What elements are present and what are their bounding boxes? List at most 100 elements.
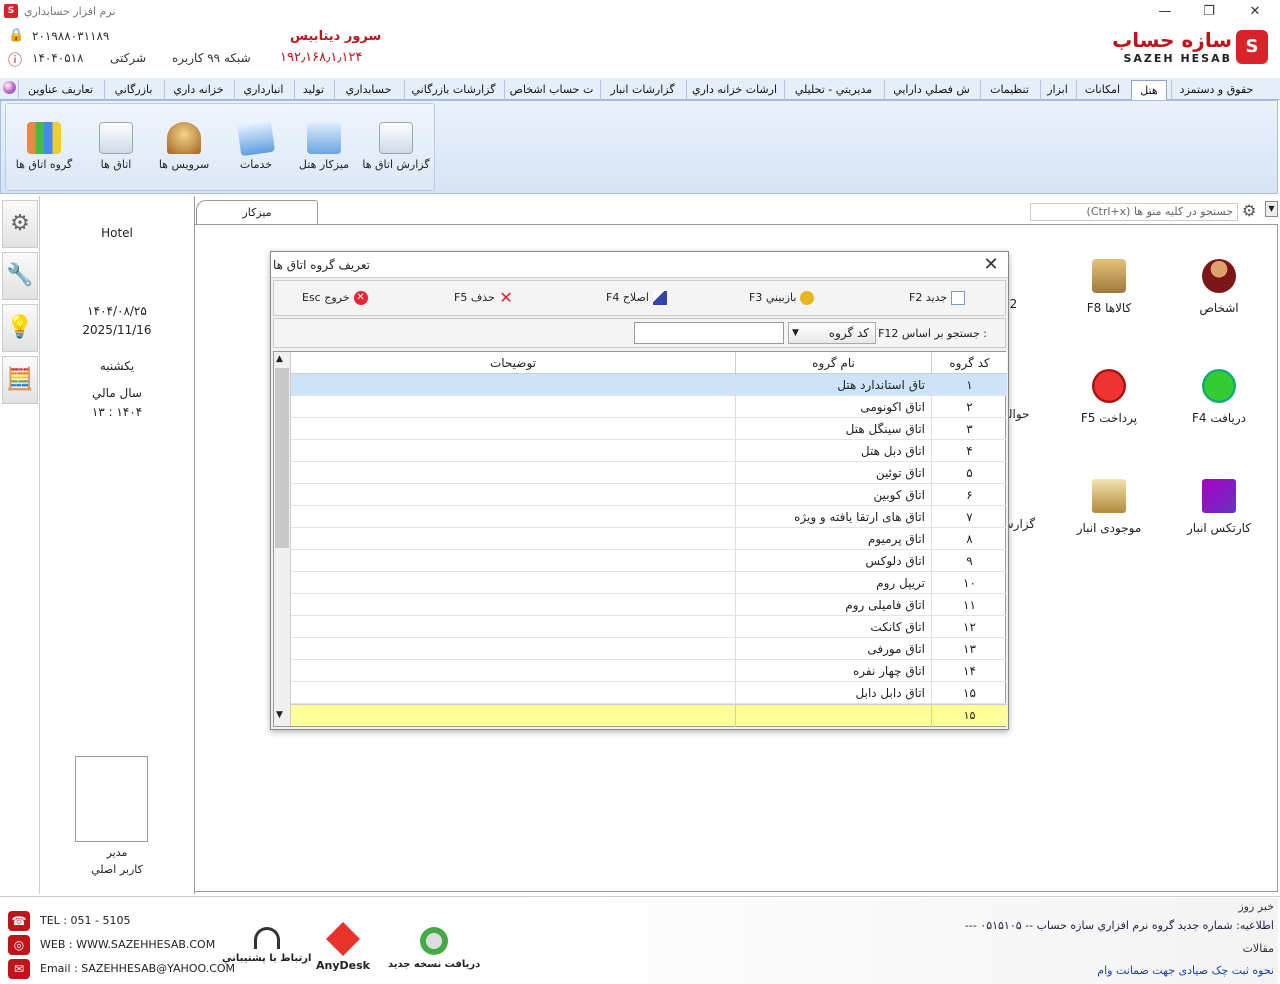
support-button[interactable]: ارتباط با پشتيباني <box>222 927 311 964</box>
settings-gear-icon[interactable]: ⚙ <box>1242 201 1256 220</box>
tab-commerce[interactable]: بازرگاني <box>104 80 162 100</box>
web-line[interactable]: ◎ WEB : WWW.SAZEHHESAB.COM <box>8 935 215 955</box>
cell-name: اتاق های ارتقا یافته و ویژه <box>735 506 931 528</box>
exit-button[interactable]: ✕خروج Esc <box>302 291 368 305</box>
table-row[interactable]: تاق استاندارد هتل ۱ <box>291 374 1007 396</box>
tab-person-accounts[interactable]: ت حساب اشخاص <box>504 80 598 100</box>
tab-desk[interactable]: ميزکار <box>196 200 318 224</box>
cell-name: اتاق مورفی <box>735 638 931 660</box>
table-row[interactable]: اتاق های ارتقا یافته و ویژه ۷ <box>291 506 1007 528</box>
tab-seasonal-assets[interactable]: ش فصلي دارايي <box>884 80 978 100</box>
persons-shortcut[interactable]: اشخاص <box>1179 259 1259 315</box>
orb-icon[interactable] <box>3 81 16 94</box>
globe-icon: ◎ <box>8 935 30 955</box>
dialog-search-input[interactable] <box>634 322 784 344</box>
calculator-icon[interactable]: 🧮 <box>2 356 38 404</box>
server-ip: ۱۹۲٫۱۶۸٫۱٫۱۲۴ <box>280 50 363 65</box>
tab-definitions[interactable]: تعاريف عناوين <box>18 80 102 100</box>
module-name: Hotel <box>101 226 133 240</box>
cell-code: ۱۱ <box>931 594 1007 616</box>
anydesk-button[interactable]: AnyDesk <box>316 922 370 972</box>
column-name[interactable]: نام گروه <box>735 352 931 374</box>
rooms-button[interactable]: اتاق ها <box>80 122 152 171</box>
table-row[interactable]: اتاق سینگل هتل ۳ <box>291 418 1007 440</box>
dialog-title: تعريف گروه اتاق ها <box>273 258 370 272</box>
edit-button[interactable]: اصلاح F4 <box>606 291 667 305</box>
tel-line: ☎ TEL : 051 - 5105 <box>8 911 130 931</box>
tab-commerce-reports[interactable]: گزارشات بازرگاني <box>404 80 502 100</box>
cardex-shortcut[interactable]: کارتکس انبار <box>1179 479 1259 535</box>
article-link[interactable]: نحوه ثبت چک صيادی جهت ضمانت وام <box>1097 964 1274 977</box>
lightbulb-icon[interactable]: 💡 <box>2 304 38 352</box>
table-row[interactable]: اتاق مورفی ۱۳ <box>291 638 1007 660</box>
room-groups-button[interactable]: گروه اتاق ها <box>8 122 80 171</box>
table-row[interactable]: اتاق دبل هتل ۴ <box>291 440 1007 462</box>
rooms-report-button[interactable]: گزارش اتاق ها <box>360 122 432 171</box>
info-icon: ⓘ <box>8 53 22 69</box>
column-description[interactable]: توضيحات <box>291 352 735 374</box>
new-button[interactable]: جديد F2 <box>909 291 966 305</box>
exit-icon: ✕ <box>353 291 368 305</box>
wrench-icon[interactable]: 🔧 <box>2 252 38 300</box>
table-row[interactable]: اتاق کانکت ۱۲ <box>291 616 1007 638</box>
cell-description <box>291 682 735 704</box>
bell-services-button[interactable]: سرويس ها <box>148 122 220 171</box>
tab-accounting[interactable]: حسابداري <box>334 80 402 100</box>
services-button[interactable]: خدمات <box>220 119 292 171</box>
payment-shortcut[interactable]: F5 پرداخت <box>1069 369 1149 425</box>
tab-warehousing[interactable]: انبارداري <box>234 80 292 100</box>
cell-code: ۸ <box>931 528 1007 550</box>
dialog-close-button[interactable]: ✕ <box>980 254 1002 276</box>
hotel-desk-button[interactable]: ميزکار هتل <box>288 122 360 171</box>
email-line[interactable]: ✉ Email : SAZEHHESAB@YAHOO.COM <box>8 959 235 979</box>
update-button[interactable]: دريافت نسخه جديد <box>388 927 480 970</box>
tab-facilities[interactable]: امکانات <box>1076 80 1128 100</box>
table-row[interactable]: تریپل روم ۱۰ <box>291 572 1007 594</box>
table-row[interactable]: اتاق اکونومی ۲ <box>291 396 1007 418</box>
tab-hotel[interactable]: هتل <box>1131 80 1167 100</box>
tab-management[interactable]: مديريتي - تحليلي <box>784 80 882 100</box>
cell-code: ۱۰ <box>931 572 1007 594</box>
cell-code: ۷ <box>931 506 1007 528</box>
news-ticker: اطلاعيه: شماره جديد گروه نرم افزاري سازه… <box>964 919 1274 932</box>
table-header: کد گروه نام گروه توضيحات <box>291 352 1007 374</box>
chevron-down-icon[interactable]: ▼ <box>1265 201 1278 217</box>
scroll-thumb <box>275 368 289 548</box>
tab-production[interactable]: توليد <box>294 80 332 100</box>
column-code[interactable]: کد گروه <box>931 352 1007 374</box>
tab-treasury-reports[interactable]: ارشات خزانه داري <box>686 80 782 100</box>
delete-button[interactable]: ✕حذف F5 <box>454 290 513 306</box>
tab-settings[interactable]: تنظيمات <box>980 80 1038 100</box>
goods-shortcut[interactable]: F8 کالاها <box>1069 259 1149 315</box>
tab-tools[interactable]: ابزار <box>1040 80 1074 100</box>
table-row[interactable]: اتاق چهار نفره ۱۴ <box>291 660 1007 682</box>
menu-bar: حقوق و دستمزد هتل امکانات ابزار تنظيمات … <box>0 78 1280 100</box>
table-row[interactable]: اتاق دابل دابل ۱۵ <box>291 682 1007 704</box>
table-row[interactable]: اتاق توئین ۵ <box>291 462 1007 484</box>
tab-treasury[interactable]: خزانه داري <box>164 80 232 100</box>
table-row[interactable]: اتاق دلوکس ۹ <box>291 550 1007 572</box>
headset-icon <box>253 927 280 949</box>
vertical-scrollbar[interactable]: ▲ ▼ <box>274 352 291 726</box>
phone-icon: ☎ <box>8 911 30 931</box>
tab-payroll[interactable]: حقوق و دستمزد <box>1171 80 1261 100</box>
cell-name: اتاق دابل دابل <box>735 682 931 704</box>
gear-icon[interactable]: ⚙ <box>2 200 38 248</box>
table-row[interactable]: اتاق پرمیوم ۸ <box>291 528 1007 550</box>
close-window-button[interactable]: ✕ <box>1240 2 1270 22</box>
edit-icon <box>652 291 667 305</box>
receive-shortcut[interactable]: F4 دريافت <box>1179 369 1259 425</box>
table-row[interactable]: اتاق فامیلی روم ۱۱ <box>291 594 1007 616</box>
menu-search-input[interactable]: (Ctrl+x) جستجو در کليه منو ها <box>1030 203 1238 221</box>
search-field-select[interactable]: ▼ کد گروه <box>788 322 876 344</box>
restore-button[interactable]: ❐ <box>1194 2 1224 22</box>
scroll-up-icon: ▲ <box>276 354 283 364</box>
tab-warehouse-reports[interactable]: گزارشات انبار <box>600 80 684 100</box>
view-button[interactable]: بازبيني F3 <box>749 291 815 305</box>
network-users: شبکه ۹۹ کاربره <box>172 51 251 65</box>
cell-code: ۶ <box>931 484 1007 506</box>
stock-shortcut[interactable]: موجودی انبار <box>1069 479 1149 535</box>
minimize-button[interactable]: — <box>1150 2 1180 22</box>
footer-count: ۱۵ <box>931 705 1007 727</box>
table-row[interactable]: اتاق کوبین ۶ <box>291 484 1007 506</box>
